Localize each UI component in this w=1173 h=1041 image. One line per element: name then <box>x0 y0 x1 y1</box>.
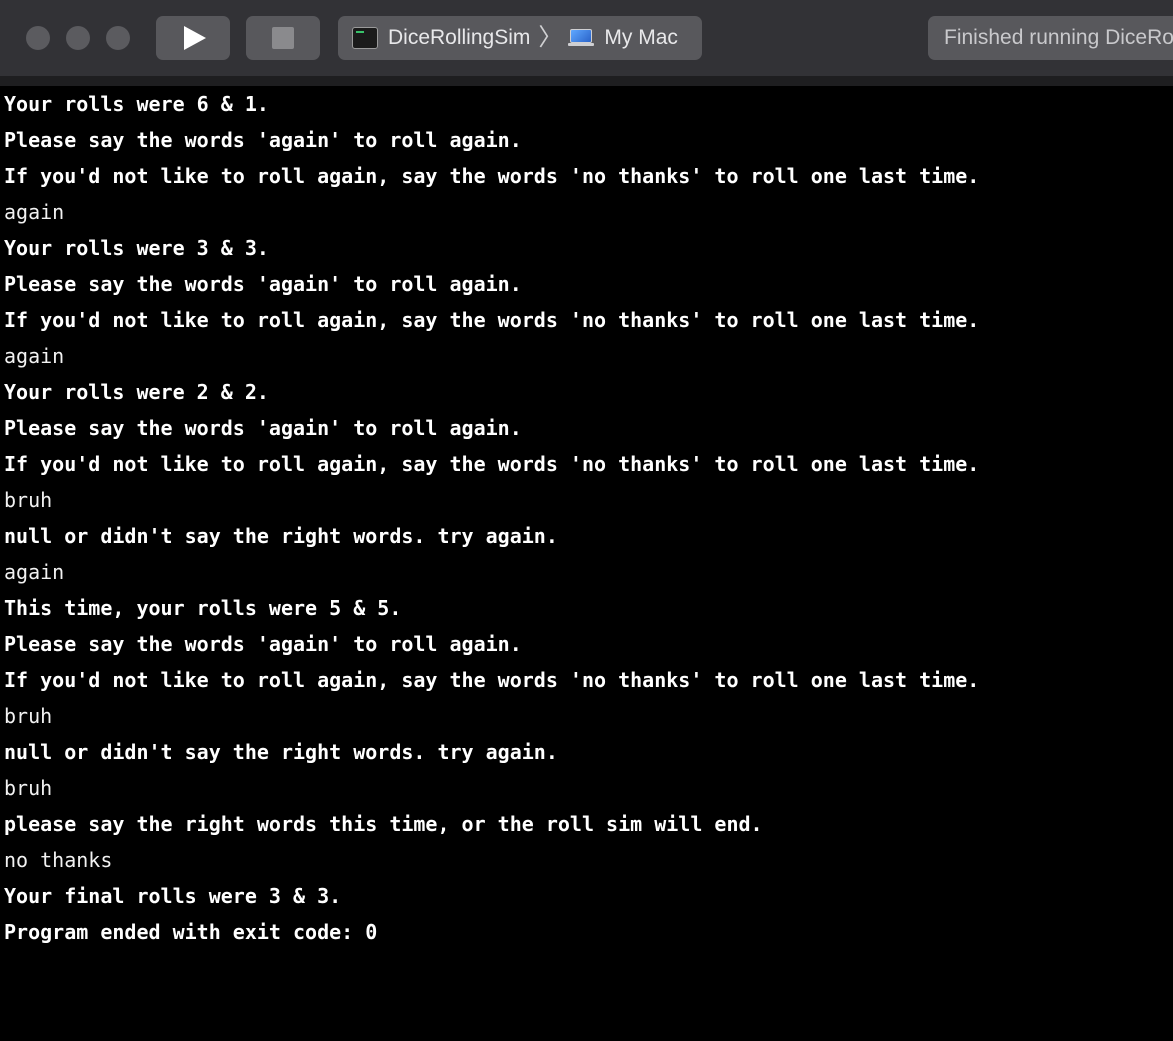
terminal-icon <box>352 27 378 49</box>
console-output-line: If you'd not like to roll again, say the… <box>4 308 980 332</box>
console-input-line: bruh <box>4 488 53 512</box>
console-output-line: null or didn't say the right words. try … <box>4 524 558 548</box>
run-button[interactable] <box>156 16 230 60</box>
console-output-line: null or didn't say the right words. try … <box>4 740 558 764</box>
window-zoom-button[interactable] <box>106 26 130 50</box>
console-input-line: no thanks <box>4 848 113 872</box>
play-icon <box>184 26 206 50</box>
console-output-line: Please say the words 'again' to roll aga… <box>4 632 522 656</box>
console-input-line: bruh <box>4 704 53 728</box>
console-output-line: Your rolls were 2 & 2. <box>4 380 269 404</box>
console-output-line: Please say the words 'again' to roll aga… <box>4 272 522 296</box>
activity-status: Finished running DiceRollingSim <box>928 16 1173 60</box>
console-output-line: Please say the words 'again' to roll aga… <box>4 416 522 440</box>
console-output-line: This time, your rolls were 5 & 5. <box>4 596 402 620</box>
window-close-button[interactable] <box>26 26 50 50</box>
stop-icon <box>272 27 294 49</box>
debug-console-output[interactable]: Your rolls were 6 & 1. Please say the wor… <box>0 86 1173 1041</box>
chevron-right-icon: 〉 <box>538 24 563 51</box>
console-input-line: again <box>4 200 65 224</box>
console-output-line: If you'd not like to roll again, say the… <box>4 452 980 476</box>
console-output-line: If you'd not like to roll again, say the… <box>4 164 980 188</box>
window-minimize-button[interactable] <box>66 26 90 50</box>
stop-button[interactable] <box>246 16 320 60</box>
console-output-line: Please say the words 'again' to roll aga… <box>4 128 522 152</box>
scheme-name: DiceRollingSim <box>388 26 531 49</box>
console-input-line: bruh <box>4 776 53 800</box>
console-input-line: again <box>4 344 65 368</box>
console-output-line: If you'd not like to roll again, say the… <box>4 668 980 692</box>
laptop-icon <box>568 29 595 47</box>
console-output-line: Program ended with exit code: 0 <box>4 920 378 944</box>
xcode-toolbar: DiceRollingSim 〉 My Mac Finished running… <box>0 0 1173 77</box>
console-input-line: again <box>4 560 65 584</box>
console-output-line: Your rolls were 6 & 1. <box>4 92 269 116</box>
run-destination[interactable]: My Mac <box>604 26 678 50</box>
console-output-line: Your rolls were 3 & 3. <box>4 236 269 260</box>
console-output-line: Your final rolls were 3 & 3. <box>4 884 342 908</box>
scheme-selector[interactable]: DiceRollingSim 〉 My Mac <box>338 16 702 60</box>
console-output-line: please say the right words this time, or… <box>4 812 763 836</box>
